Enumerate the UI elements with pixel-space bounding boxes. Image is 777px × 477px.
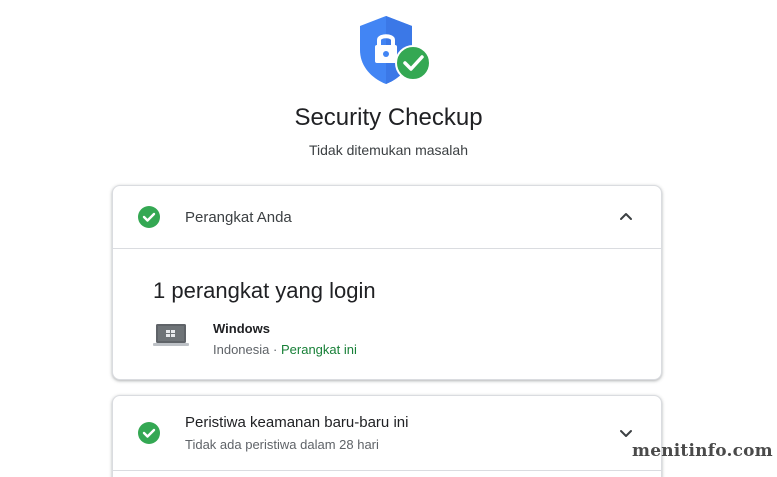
page-subtitle: Tidak ditemukan masalah [308, 142, 468, 158]
chevron-down-icon[interactable] [617, 424, 635, 442]
page-title: Security Checkup [294, 104, 483, 131]
security-events-card-header[interactable]: Peristiwa keamanan baru-baru ini Tidak a… [113, 396, 661, 471]
device-separator: · [273, 342, 278, 357]
security-events-title: Peristiwa keamanan baru-baru ini [185, 414, 409, 431]
this-device-label: Perangkat ini [280, 342, 357, 357]
laptop-icon [153, 324, 189, 346]
shield-lock-check-icon [360, 16, 431, 84]
device-row[interactable]: Windows Indonesia · Perangkat ini [153, 318, 633, 362]
devices-heading: 1 perangkat yang login [153, 278, 376, 303]
watermark: menitinfo.com [632, 441, 773, 461]
chevron-up-icon[interactable] [617, 208, 635, 226]
devices-card: Perangkat Anda 1 perangkat yang login Wi… [112, 185, 662, 380]
check-circle-icon [138, 422, 160, 444]
security-events-card: Peristiwa keamanan baru-baru ini Tidak a… [112, 395, 662, 477]
devices-card-title: Perangkat Anda [185, 209, 292, 226]
devices-card-header[interactable]: Perangkat Anda [113, 186, 661, 249]
device-location: Indonesia [213, 342, 270, 357]
check-circle-icon [138, 206, 160, 228]
security-events-subtitle: Tidak ada peristiwa dalam 28 hari [185, 437, 379, 452]
device-meta: Indonesia · Perangkat ini [213, 342, 357, 357]
security-checkup-page: Security Checkup Tidak ditemukan masalah… [0, 0, 777, 477]
device-name: Windows [213, 321, 270, 336]
